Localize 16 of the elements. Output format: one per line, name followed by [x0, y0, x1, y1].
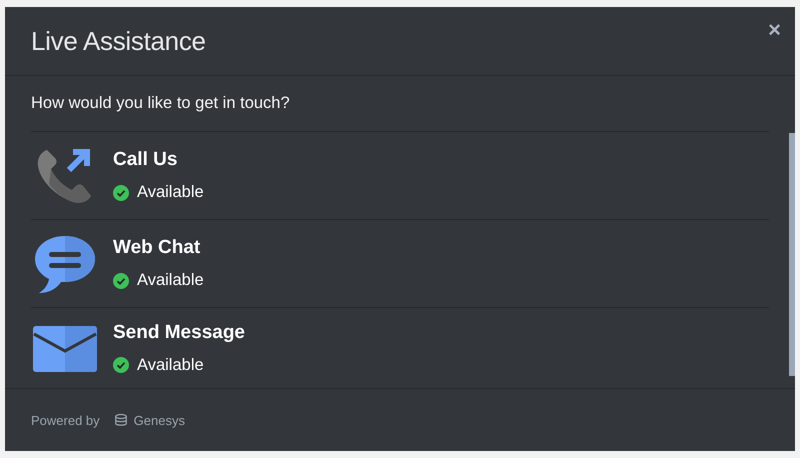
- contact-option[interactable]: Send Message Available: [31, 308, 769, 388]
- status-text: Available: [137, 356, 204, 374]
- prompt-text: How would you like to get in touch?: [31, 76, 769, 132]
- scrollbar[interactable]: [789, 133, 795, 376]
- dialog-title: Live Assistance: [31, 26, 206, 56]
- status-text: Available: [137, 183, 204, 202]
- option-title: Web Chat: [113, 237, 202, 259]
- contact-option[interactable]: Call Us Available: [31, 132, 769, 220]
- close-button[interactable]: ×: [766, 17, 783, 43]
- brand-name: Genesys: [134, 412, 185, 428]
- status-text: Available: [137, 271, 204, 290]
- contact-option[interactable]: Web Chat Available: [31, 220, 769, 308]
- coin-stack-icon: [114, 413, 128, 427]
- option-title: Send Message: [113, 322, 245, 344]
- option-title: Call Us: [113, 149, 178, 171]
- powered-by-text: Powered by: [31, 412, 100, 428]
